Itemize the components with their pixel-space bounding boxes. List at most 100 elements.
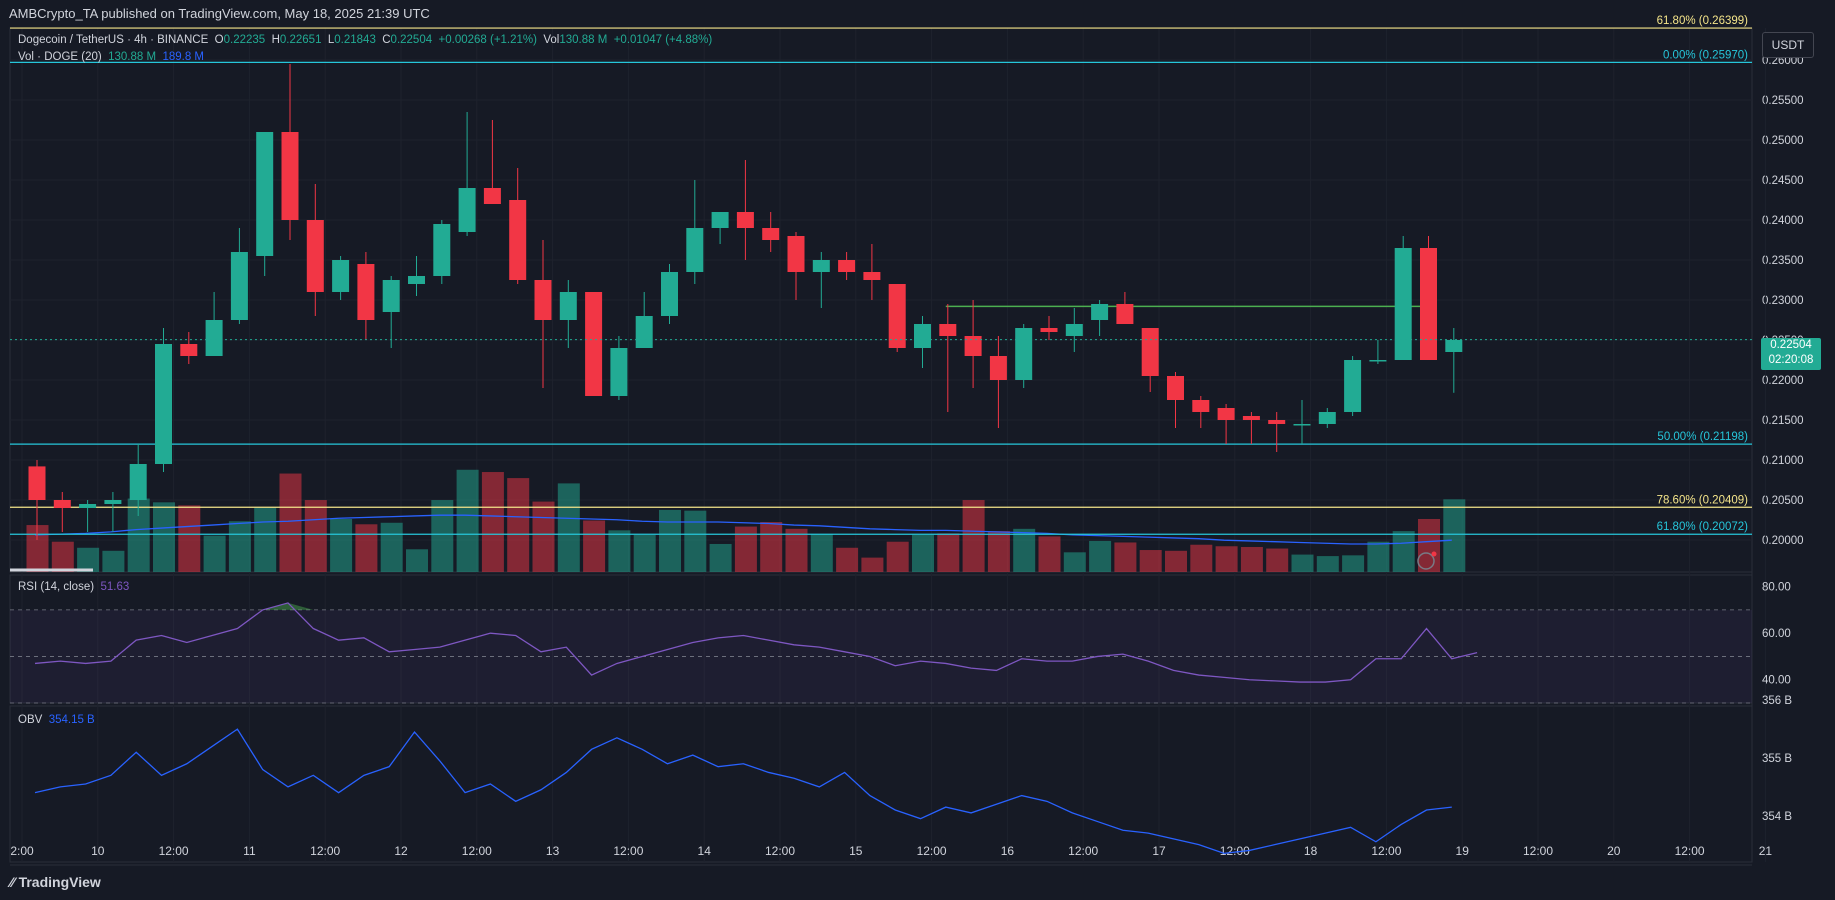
volume-bar (1291, 554, 1314, 572)
candle-body (559, 292, 577, 320)
time-tick-label: 12:00 (1068, 844, 1098, 858)
volume-bar (1139, 550, 1162, 572)
candle-body (1192, 400, 1210, 412)
volume-bar (1316, 556, 1339, 572)
time-tick-label: 12:00 (1523, 844, 1553, 858)
candle-body (28, 466, 46, 500)
time-tick-label: 18 (1304, 844, 1318, 858)
currency-button[interactable]: USDT (1762, 32, 1814, 58)
price-tick-label: 0.21000 (1762, 455, 1804, 467)
candle-body (256, 132, 274, 256)
candle-body (1040, 328, 1058, 332)
candle-body (205, 320, 223, 356)
volume-bar (557, 483, 580, 572)
time-tick-label: 19 (1456, 844, 1470, 858)
time-tick-label: 12:00 (1371, 844, 1401, 858)
candle-body (357, 264, 375, 320)
candle-body (838, 260, 856, 272)
volume-bar (1342, 555, 1365, 572)
volume-bar (304, 500, 327, 572)
volume-bar (481, 472, 504, 572)
vol-label: Vol (543, 34, 560, 46)
volume-bar (659, 509, 681, 572)
price-tick-label: 0.23500 (1762, 255, 1804, 267)
rsi-legend[interactable]: RSI (14, close) 51.63 (18, 581, 129, 593)
candle-body (939, 324, 957, 336)
tradingview-logo[interactable]: ⁄⁄ TradingView (10, 874, 101, 890)
volume-bar (912, 534, 934, 572)
fib-level-label: 50.00% (0.21198) (1657, 431, 1748, 443)
volume-bar (1190, 544, 1213, 572)
obv-pane-border (9, 705, 1753, 863)
candle-body (332, 260, 350, 292)
volume-legend[interactable]: Vol · DOGE (20) 130.88 M 189.8 M (18, 51, 204, 63)
volume-bar (507, 478, 530, 572)
tradingview-logo-text: TradingView (18, 874, 101, 890)
candle-body (180, 344, 198, 356)
candle-body (53, 500, 71, 508)
chart-canvas[interactable]: 0.260000.255000.250000.245000.240000.235… (0, 0, 1835, 900)
fib-level-label: 78.60% (0.20409) (1657, 494, 1749, 506)
obv-legend-value: 354.15 B (48, 714, 95, 726)
candle-body (964, 336, 982, 356)
time-tick-label: 10 (91, 844, 105, 858)
volume-bar (836, 547, 859, 572)
candle-body (281, 132, 299, 220)
time-tick-label: 2:00 (10, 844, 34, 858)
volume-bar (760, 522, 783, 572)
time-tick-label: 12:00 (462, 844, 492, 858)
last-price-value: 0.22504 (1770, 339, 1812, 351)
candle-body (458, 188, 476, 232)
volume-bar (1013, 528, 1036, 572)
candle-body (79, 504, 97, 508)
candle-body (1344, 360, 1362, 412)
volume-bar (102, 550, 125, 572)
volume-bar (1165, 550, 1187, 572)
alert-dot-icon (1431, 551, 1437, 557)
candle-body (762, 228, 780, 240)
candle-body (1445, 340, 1463, 352)
time-tick-label: 12 (394, 844, 408, 858)
candle-body (1217, 408, 1235, 420)
candle-body (1015, 328, 1033, 380)
volume-ma-value: 189.8 M (162, 51, 205, 63)
candle-body (661, 272, 678, 316)
open-label: O (214, 34, 224, 46)
candle-body (509, 200, 527, 280)
price-tick-label: 0.20000 (1762, 535, 1804, 547)
candle-body (585, 292, 603, 396)
obv-line (34, 728, 1452, 854)
fib-level-label: 61.80% (0.26399) (1657, 15, 1749, 27)
tradingview-logo-icon: ⁄⁄ (10, 874, 15, 890)
candle-body (1369, 360, 1387, 362)
price-tick-label: 0.24500 (1762, 175, 1804, 187)
obv-tick-label: 354 B (1762, 811, 1792, 823)
rsi-tick-label: 40.00 (1762, 675, 1791, 687)
volume-bar (254, 507, 277, 572)
volume-bar (1215, 546, 1238, 572)
rsi-overbought-fill (85, 602, 314, 610)
fib-level-label: 61.80% (0.20072) (1657, 521, 1749, 533)
volume-bar (785, 528, 808, 572)
candle-body (155, 344, 172, 464)
rsi-tick-label: 80.00 (1762, 582, 1791, 594)
time-tick-label: 12:00 (917, 844, 947, 858)
high-label: H (271, 34, 280, 46)
volume-bar (1392, 531, 1415, 572)
candle-body (1394, 248, 1412, 360)
volume-bar (987, 531, 1010, 572)
obv-legend[interactable]: OBV 354.15 B (18, 714, 95, 726)
price-tick-label: 0.23000 (1762, 295, 1804, 307)
candle-body (1065, 324, 1083, 336)
candle-body (914, 324, 931, 348)
bar-countdown: 02:20:08 (1768, 354, 1814, 366)
symbol-legend[interactable]: Dogecoin / TetherUS · 4h · BINANCE O0.22… (18, 34, 712, 46)
candle-body (483, 188, 501, 204)
candle-body (888, 284, 906, 348)
volume-bar (456, 469, 479, 572)
volume-bar (406, 549, 428, 572)
time-tick-label: 11 (243, 844, 256, 858)
volume-bar (51, 541, 74, 572)
volume-bar (684, 510, 707, 572)
volume-bar (1418, 518, 1440, 572)
